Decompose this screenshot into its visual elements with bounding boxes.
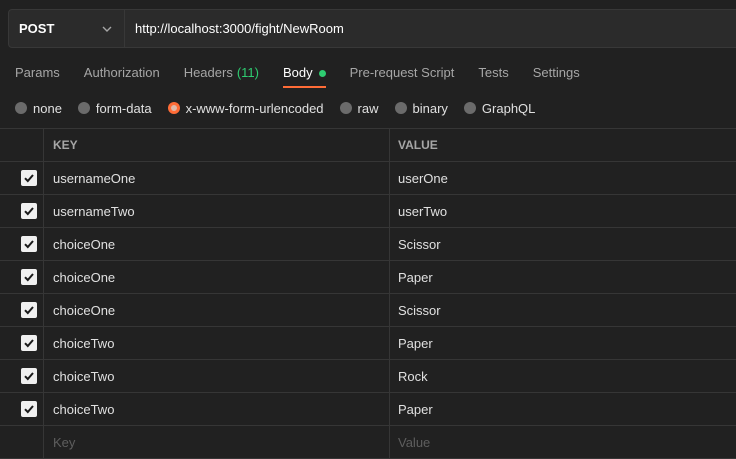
row-check-cell	[0, 195, 44, 227]
request-bar: POST http://localhost:3000/fight/NewRoom	[8, 9, 736, 48]
column-header-value: VALUE	[398, 138, 438, 152]
headers-count-badge: (11)	[236, 65, 259, 80]
radio-circle	[463, 102, 476, 114]
row-value-input[interactable]: Scissor	[390, 294, 736, 326]
tab-tests[interactable]: Tests	[478, 62, 508, 88]
radio-circle	[77, 102, 90, 114]
row-key-input[interactable]: choiceOne	[44, 228, 390, 260]
checkmark-icon	[24, 372, 34, 381]
row-key-input[interactable]: choiceOne	[44, 294, 390, 326]
row-key-input[interactable]: choiceTwo	[44, 360, 390, 392]
radio-circle	[15, 102, 27, 114]
row-checkbox[interactable]	[21, 335, 37, 351]
radio-circle-selected	[167, 102, 180, 114]
row-check-cell	[0, 228, 44, 260]
row-value-input[interactable]: Paper	[390, 327, 736, 359]
tab-label: Headers	[183, 65, 233, 80]
table-row: usernameTwo userTwo	[0, 195, 736, 228]
row-check-cell	[0, 426, 44, 458]
tab-pre-request-script[interactable]: Pre-request Script	[350, 62, 455, 88]
row-value-input[interactable]: Scissor	[390, 228, 736, 260]
row-value-input[interactable]: Rock	[390, 360, 736, 392]
table-row: choiceTwo Rock	[0, 360, 736, 393]
row-key-input[interactable]: usernameTwo	[44, 195, 390, 227]
request-tabs: Params Authorization Headers (11) Body Pr…	[15, 62, 604, 90]
method-select[interactable]: POST	[9, 10, 125, 47]
row-value-input[interactable]: Paper	[390, 393, 736, 425]
radio-label: GraphQL	[481, 100, 536, 116]
row-key-input[interactable]: usernameOne	[44, 162, 390, 194]
checkmark-icon	[24, 339, 34, 348]
url-text: http://localhost:3000/fight/NewRoom	[135, 21, 344, 36]
column-header-key: KEY	[44, 129, 390, 161]
tab-params[interactable]: Params	[15, 62, 60, 88]
row-check-cell	[0, 261, 44, 293]
row-checkbox[interactable]	[21, 401, 37, 417]
body-type-radio-group: none form-data x-www-form-urlencoded raw…	[15, 99, 551, 117]
checkmark-icon	[24, 174, 34, 183]
row-checkbox[interactable]	[21, 236, 37, 252]
checkmark-icon	[24, 273, 34, 282]
radio-graphql[interactable]: GraphQL	[463, 100, 536, 116]
row-check-cell	[0, 162, 44, 194]
params-table: KEY VALUE usernameOne userOne usernameTw…	[0, 128, 736, 459]
row-checkbox[interactable]	[21, 170, 37, 186]
row-value-input[interactable]: userOne	[390, 162, 736, 194]
tab-label: Tests	[478, 65, 509, 80]
body-status-dot	[318, 70, 326, 77]
radio-none[interactable]: none	[15, 101, 62, 116]
row-check-cell	[0, 294, 44, 326]
new-value-input[interactable]: Value	[390, 426, 736, 458]
table-row: choiceOne Scissor	[0, 294, 736, 327]
checkmark-icon	[24, 306, 34, 315]
row-checkbox[interactable]	[21, 203, 37, 219]
url-input[interactable]: http://localhost:3000/fight/NewRoom	[125, 10, 736, 47]
table-row: choiceOne Scissor	[0, 228, 736, 261]
tab-headers[interactable]: Headers (11)	[184, 62, 259, 88]
radio-raw[interactable]: raw	[339, 100, 379, 116]
radio-x-www-form-urlencoded[interactable]: x-www-form-urlencoded	[167, 100, 324, 116]
radio-label: x-www-form-urlencoded	[185, 100, 324, 116]
row-key-input[interactable]: choiceTwo	[44, 393, 390, 425]
tab-settings[interactable]: Settings	[533, 62, 580, 88]
row-checkbox[interactable]	[21, 302, 37, 318]
radio-form-data[interactable]: form-data	[77, 100, 152, 116]
table-header-row: KEY VALUE	[0, 129, 736, 162]
chevron-down-icon	[102, 26, 112, 32]
table-row: usernameOne userOne	[0, 162, 736, 195]
row-checkbox[interactable]	[21, 269, 37, 285]
tab-label: Settings	[532, 65, 580, 80]
tab-label: Params	[15, 65, 60, 80]
checkmark-icon	[24, 207, 34, 216]
radio-circle	[339, 102, 352, 114]
radio-binary[interactable]: binary	[394, 100, 448, 116]
radio-label: binary	[412, 100, 448, 116]
table-row-new: Key Value	[0, 426, 736, 459]
table-row: choiceTwo Paper	[0, 393, 736, 426]
row-check-cell	[0, 393, 44, 425]
row-value-input[interactable]: userTwo	[390, 195, 736, 227]
method-label: POST	[19, 21, 55, 36]
row-check-cell	[0, 327, 44, 359]
tab-label: Authorization	[83, 65, 160, 80]
checkmark-icon	[24, 240, 34, 249]
new-key-input[interactable]: Key	[44, 426, 390, 458]
tab-label: Body	[282, 65, 313, 80]
row-key-input[interactable]: choiceOne	[44, 261, 390, 293]
radio-label: raw	[357, 100, 379, 116]
row-check-cell	[0, 360, 44, 392]
checkmark-icon	[24, 405, 34, 414]
radio-label: form-data	[95, 100, 152, 116]
radio-label: none	[33, 100, 62, 116]
tab-authorization[interactable]: Authorization	[84, 62, 160, 88]
tab-body[interactable]: Body	[282, 62, 326, 88]
row-checkbox[interactable]	[21, 368, 37, 384]
tab-label: Pre-request Script	[349, 65, 455, 80]
header-check-cell	[0, 129, 44, 161]
row-value-input[interactable]: Paper	[390, 261, 736, 293]
radio-circle	[394, 102, 407, 114]
table-row: choiceOne Paper	[0, 261, 736, 294]
table-row: choiceTwo Paper	[0, 327, 736, 360]
row-key-input[interactable]: choiceTwo	[44, 327, 390, 359]
